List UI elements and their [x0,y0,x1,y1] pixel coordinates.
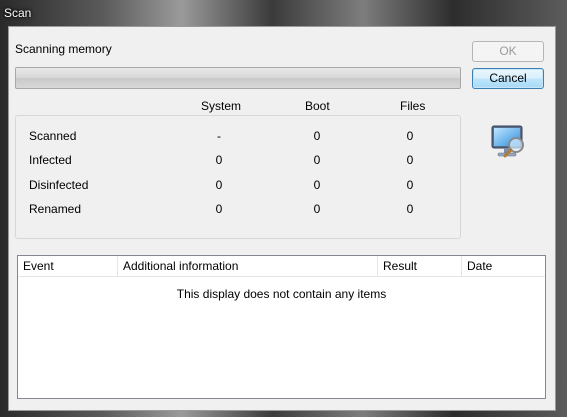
scan-progress-bar [15,67,461,89]
column-header-boot: Boot [305,99,330,113]
stat-row-scanned: Scanned - 0 0 [16,129,460,149]
cancel-button[interactable]: Cancel [472,68,544,89]
events-list[interactable]: Event Additional information Result Date… [17,255,546,399]
stat-row-renamed: Renamed 0 0 0 [16,202,460,222]
scan-status-label: Scanning memory [15,42,112,56]
stat-value-boot: 0 [313,153,321,167]
scan-statistics-panel: Scanned - 0 0 Infected 0 0 0 Disinfected… [15,115,461,239]
column-header-result[interactable]: Result [378,256,462,276]
stat-value-system: 0 [215,202,223,216]
ok-button[interactable]: OK [472,41,544,62]
stat-value-files: 0 [406,178,414,192]
stat-value-system: 0 [215,153,223,167]
stat-value-boot: 0 [313,129,321,143]
stat-row-infected: Infected 0 0 0 [16,153,460,173]
stat-value-files: 0 [406,202,414,216]
column-header-date[interactable]: Date [462,256,545,276]
stat-label: Infected [29,153,72,167]
window-title: Scan [4,6,32,20]
stat-label: Disinfected [29,178,89,192]
column-header-additional-information[interactable]: Additional information [118,256,378,276]
column-header-system: System [201,99,242,113]
stat-row-disinfected: Disinfected 0 0 0 [16,178,460,198]
events-empty-message: This display does not contain any items [176,287,387,301]
stat-value-files: 0 [406,153,414,167]
monitor-magnifier-icon [489,123,529,161]
stat-label: Scanned [29,129,77,143]
scan-window: Scan Scanning memory OK Cancel System Bo… [0,0,567,417]
dialog-client-area: Scanning memory OK Cancel System Boot Fi… [8,26,556,411]
stat-value-files: 0 [406,129,414,143]
stat-label: Renamed [29,202,82,216]
column-header-event[interactable]: Event [18,256,118,276]
stat-value-system: 0 [215,178,223,192]
stat-value-system: - [217,129,221,143]
stat-value-boot: 0 [313,178,321,192]
events-list-header: Event Additional information Result Date [18,256,545,277]
column-header-files: Files [400,99,426,113]
stat-value-boot: 0 [313,202,321,216]
title-bar[interactable]: Scan [0,0,567,26]
